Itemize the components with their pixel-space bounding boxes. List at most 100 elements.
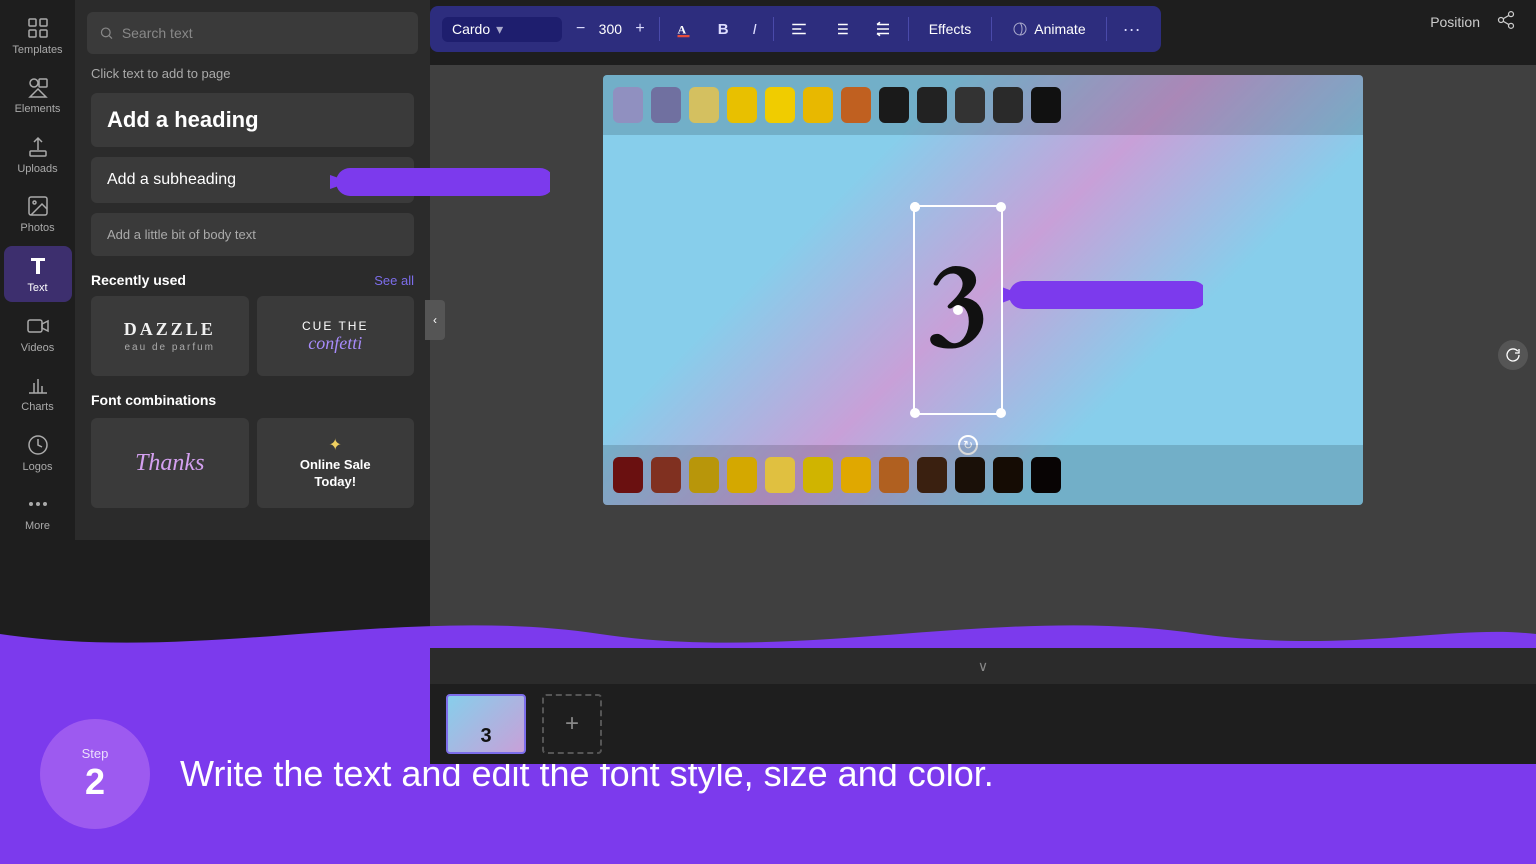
slide-thumbnail-1[interactable]: 3 (446, 694, 526, 754)
film-hole (841, 457, 871, 493)
font-card-confetti[interactable]: CUE THE confetti (257, 296, 415, 376)
sidebar-item-logos-label: Logos (23, 461, 53, 473)
italic-icon: I (753, 21, 757, 38)
more-options-button[interactable]: ··· (1115, 15, 1149, 44)
film-hole (689, 457, 719, 493)
sidebar-item-more[interactable]: More (4, 485, 72, 541)
canvas-area: 3 ↻ (430, 65, 1536, 644)
see-all-button[interactable]: See all (374, 273, 414, 288)
film-hole (879, 457, 909, 493)
align-icon (790, 20, 808, 38)
animate-button[interactable]: Animate (1000, 17, 1097, 41)
list-icon (832, 20, 850, 38)
font-combinations-section: Font combinations Thanks ✦ Online Sale T… (91, 392, 414, 508)
sale-star-icon: ✦ (329, 435, 342, 455)
top-right-controls: Position (1430, 10, 1516, 33)
film-hole (955, 457, 985, 493)
add-heading-button[interactable]: Add a heading (91, 93, 414, 147)
bold-button[interactable]: B (710, 17, 737, 42)
font-combinations-grid: Thanks ✦ Online Sale Today! (91, 418, 414, 508)
upload-icon (26, 135, 50, 159)
film-hole (879, 87, 909, 123)
sidebar-item-templates[interactable]: Templates (4, 8, 72, 64)
animate-label: Animate (1034, 21, 1085, 37)
font-comb-sale: Online Sale Today! (300, 457, 371, 491)
step-label-text: Step (82, 746, 109, 761)
dazzle-sub: eau de parfum (125, 342, 216, 353)
toolbar-divider-1 (659, 17, 660, 41)
handle-bottom-right[interactable] (996, 408, 1006, 418)
sidebar-item-text[interactable]: Text (4, 246, 72, 302)
collapse-panel-button[interactable]: ‹ (425, 300, 445, 340)
sidebar-item-uploads-label: Uploads (17, 163, 57, 175)
canvas-content[interactable]: 3 ↻ (603, 75, 1363, 505)
sidebar-item-videos[interactable]: Videos (4, 306, 72, 362)
confetti-text: confetti (308, 333, 362, 354)
add-slide-button[interactable]: + (542, 694, 602, 754)
chart-icon (26, 373, 50, 397)
film-hole (613, 457, 643, 493)
film-hole (803, 87, 833, 123)
slide-thumb-number: 3 (480, 725, 491, 748)
italic-button[interactable]: I (745, 17, 765, 42)
film-hole (841, 87, 871, 123)
recently-used-section: Recently used See all (91, 272, 414, 288)
chevron-left-icon: ‹ (433, 313, 437, 327)
sidebar-item-elements-label: Elements (15, 103, 61, 115)
film-hole (651, 457, 681, 493)
film-hole (917, 87, 947, 123)
text-icon (26, 254, 50, 278)
search-input[interactable] (122, 25, 406, 41)
film-hole (993, 87, 1023, 123)
align-button[interactable] (782, 16, 816, 42)
font-size-decrease-button[interactable]: − (570, 18, 591, 40)
share-button[interactable] (1496, 10, 1516, 33)
chevron-down-icon: ▾ (496, 21, 503, 38)
image-icon (26, 194, 50, 218)
sidebar-item-charts[interactable]: Charts (4, 365, 72, 421)
animate-icon (1012, 21, 1028, 37)
chevron-down-icon: ∨ (978, 658, 988, 675)
film-hole (917, 457, 947, 493)
more-icon (26, 492, 50, 516)
font-color-button[interactable]: A (668, 16, 702, 42)
canvas-text-number: 3 (927, 250, 988, 370)
font-card-dazzle[interactable]: DAZZLE eau de parfum (91, 296, 249, 376)
search-bar[interactable] (87, 12, 418, 54)
search-icon (99, 25, 114, 41)
sidebar-item-photos-label: Photos (20, 222, 54, 234)
film-hole (727, 457, 757, 493)
line-spacing-button[interactable] (866, 16, 900, 42)
add-body-button[interactable]: Add a little bit of body text (91, 213, 414, 256)
font-comb-card-1[interactable]: Thanks (91, 418, 249, 508)
text-element-selected[interactable]: 3 (913, 205, 1003, 415)
bold-icon: B (718, 21, 729, 38)
sidebar-item-photos[interactable]: Photos (4, 187, 72, 243)
sidebar-item-uploads[interactable]: Uploads (4, 127, 72, 183)
handle-bottom-left[interactable] (910, 408, 920, 418)
handle-top-left[interactable] (910, 202, 920, 212)
list-button[interactable] (824, 16, 858, 42)
top-toolbar: Cardo ▾ − 300 + A B I (430, 6, 1161, 52)
cue-text: CUE THE (302, 319, 368, 333)
film-hole (727, 87, 757, 123)
font-size-increase-button[interactable]: + (629, 18, 650, 40)
toolbar-divider-3 (908, 17, 909, 41)
svg-text:A: A (677, 23, 686, 37)
sidebar-item-charts-label: Charts (21, 401, 53, 413)
font-selector[interactable]: Cardo ▾ (442, 17, 562, 42)
font-comb-card-2[interactable]: ✦ Online Sale Today! (257, 418, 415, 508)
effects-button[interactable]: Effects (917, 17, 984, 41)
font-name: Cardo (452, 21, 490, 37)
sidebar-item-logos[interactable]: Logos (4, 425, 72, 481)
canvas-scroll-right[interactable] (1498, 340, 1528, 370)
film-hole (651, 87, 681, 123)
share-icon (1496, 10, 1516, 30)
logo-icon (26, 433, 50, 457)
left-sidebar: Templates Elements Uploads Photos Text (0, 0, 75, 540)
font-comb-thanks: Thanks (135, 450, 204, 477)
sidebar-item-elements[interactable]: Elements (4, 68, 72, 124)
toolbar-divider-2 (773, 17, 774, 41)
handle-top-right[interactable] (996, 202, 1006, 212)
position-button[interactable]: Position (1430, 14, 1480, 30)
